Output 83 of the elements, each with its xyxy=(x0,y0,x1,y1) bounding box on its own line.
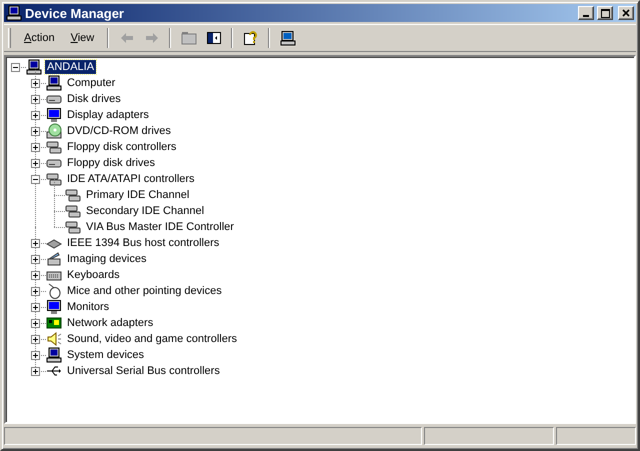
monitor-icon xyxy=(46,299,62,315)
drive-icon xyxy=(46,139,62,155)
expand-button[interactable] xyxy=(31,334,40,344)
expand-button[interactable] xyxy=(31,238,40,248)
tree-item[interactable]: VIA Bus Master IDE Controller xyxy=(84,220,236,234)
menu-item[interactable]: View xyxy=(64,29,102,47)
tree-item[interactable]: System devices xyxy=(65,348,146,362)
expand-button[interactable] xyxy=(31,126,40,136)
expand-button[interactable] xyxy=(31,142,40,152)
scanner-icon xyxy=(46,251,62,267)
plus-icon xyxy=(33,80,38,86)
drive-icon xyxy=(46,171,62,187)
help-icon xyxy=(242,30,259,46)
tree-item[interactable]: Monitors xyxy=(65,300,112,314)
plus-icon xyxy=(33,128,38,134)
tree-item[interactable]: Sound, video and game controllers xyxy=(65,332,239,346)
card-icon xyxy=(46,315,62,331)
menu-item[interactable]: Action xyxy=(17,29,62,47)
tree-item[interactable]: Primary IDE Channel xyxy=(84,188,192,202)
speaker-icon xyxy=(46,331,62,347)
collapse-button[interactable] xyxy=(31,174,40,184)
plus-icon xyxy=(33,144,38,150)
minus-icon xyxy=(13,64,18,70)
drive-icon xyxy=(65,203,81,219)
maximize-icon xyxy=(600,8,610,18)
expand-button[interactable] xyxy=(31,110,40,120)
monitor-icon xyxy=(46,107,62,123)
tree-item[interactable]: Network adapters xyxy=(65,316,156,330)
minus-icon xyxy=(33,176,38,182)
computer-icon xyxy=(26,59,42,75)
computer-icon xyxy=(46,347,62,363)
collapse-button[interactable] xyxy=(11,62,20,72)
expand-button[interactable] xyxy=(31,302,40,312)
plus-icon xyxy=(33,272,38,278)
minimize-button[interactable] xyxy=(578,6,594,20)
close-icon xyxy=(622,9,630,17)
tree-item[interactable]: Mice and other pointing devices xyxy=(65,284,224,298)
tree-item[interactable]: IDE ATA/ATAPI controllers xyxy=(65,172,197,186)
tree-item[interactable]: Universal Serial Bus controllers xyxy=(65,364,222,378)
tree-item[interactable]: DVD/CD-ROM drives xyxy=(65,124,173,138)
tree-item[interactable]: Keyboards xyxy=(65,268,122,282)
mouse-icon xyxy=(46,283,62,299)
expand-button[interactable] xyxy=(31,270,40,280)
plus-icon xyxy=(33,112,38,118)
expand-button[interactable] xyxy=(31,318,40,328)
computer-icon xyxy=(6,5,22,21)
plus-icon xyxy=(33,368,38,374)
plus-icon xyxy=(33,352,38,358)
expand-button[interactable] xyxy=(31,158,40,168)
expand-button[interactable] xyxy=(31,366,40,376)
maximize-button[interactable] xyxy=(597,6,613,20)
tree-item[interactable]: Disk drives xyxy=(65,92,123,106)
computer-icon xyxy=(46,75,62,91)
plus-icon xyxy=(33,256,38,262)
tree-item[interactable]: IEEE 1394 Bus host controllers xyxy=(65,236,222,250)
folder-icon xyxy=(180,30,197,46)
plus-icon xyxy=(33,304,38,310)
drive-icon xyxy=(65,219,81,235)
expand-button[interactable] xyxy=(31,286,40,296)
tree-item[interactable]: Imaging devices xyxy=(65,252,148,266)
expand-button[interactable] xyxy=(31,254,40,264)
drive-icon xyxy=(65,187,81,203)
forward-arrow-icon xyxy=(144,30,160,46)
plus-icon xyxy=(33,160,38,166)
tree-item[interactable]: Computer xyxy=(65,76,118,90)
tree-item[interactable]: Floppy disk drives xyxy=(65,156,158,170)
panes-icon xyxy=(206,30,222,46)
plus-icon xyxy=(33,240,38,246)
tree-item[interactable]: Display adapters xyxy=(65,108,151,122)
expand-button[interactable] xyxy=(31,94,40,104)
expand-button[interactable] xyxy=(31,350,40,360)
plus-icon xyxy=(33,320,38,326)
expand-button[interactable] xyxy=(31,78,40,88)
tree-item[interactable]: Floppy disk controllers xyxy=(65,140,178,154)
plus-icon xyxy=(33,288,38,294)
window-title: Device Manager xyxy=(25,6,125,20)
disc-icon xyxy=(46,123,62,139)
computer-icon xyxy=(280,30,296,46)
plus-icon xyxy=(33,336,38,342)
tree-item[interactable]: ANDALIA xyxy=(45,60,96,74)
plus-icon xyxy=(33,96,38,102)
tree-item[interactable]: Secondary IDE Channel xyxy=(84,204,206,218)
close-button[interactable] xyxy=(618,6,634,20)
